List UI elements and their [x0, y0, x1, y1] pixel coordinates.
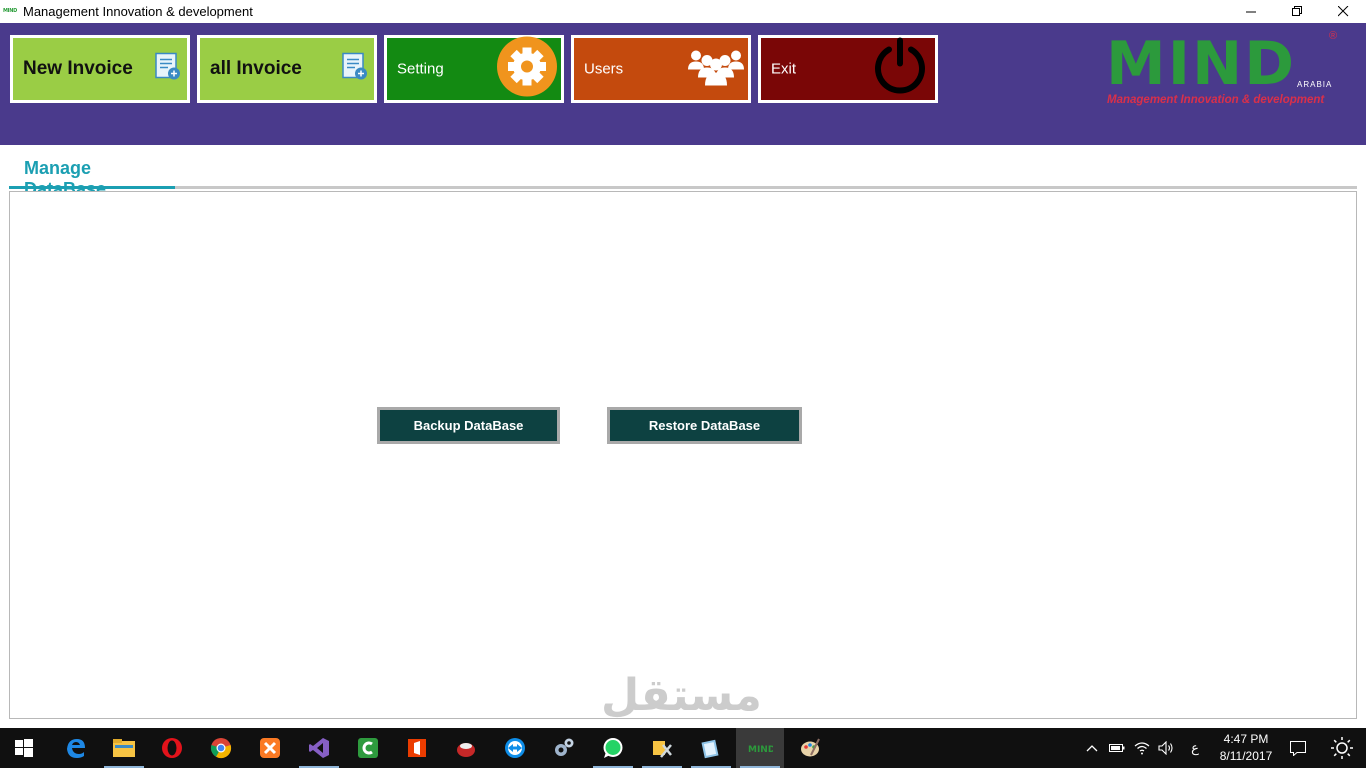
new-invoice-label: New Invoice	[23, 58, 133, 79]
tab-strip: Manage DataBase	[9, 145, 1357, 199]
users-group-icon	[686, 46, 746, 93]
tab-active-indicator	[9, 186, 175, 189]
users-button[interactable]: Users	[571, 35, 751, 103]
logo-brand-text: MIND	[1106, 29, 1297, 99]
opera-icon	[162, 738, 182, 758]
taskbar-settings-gears[interactable]	[540, 728, 588, 768]
logo-registered-mark: ®	[1329, 30, 1338, 42]
title-bar: MIND Management Innovation & development	[0, 0, 1366, 23]
app-icon	[457, 743, 475, 757]
windows-start-icon	[15, 739, 33, 757]
start-button[interactable]	[0, 728, 48, 768]
visual-studio-icon	[309, 738, 329, 758]
backup-database-button[interactable]: Backup DataBase	[377, 407, 560, 444]
taskbar-whatsapp[interactable]	[589, 728, 637, 768]
taskbar-file-explorer[interactable]	[100, 728, 148, 768]
taskbar-teamviewer[interactable]	[491, 728, 539, 768]
restore-icon	[1291, 6, 1302, 16]
chrome-icon	[210, 738, 232, 759]
tab-strip-divider	[9, 186, 1357, 189]
settings-gears-icon	[555, 738, 574, 756]
language-indicator[interactable]: ع	[1183, 728, 1207, 768]
exit-button[interactable]: Exit	[758, 35, 938, 103]
taskbar-app[interactable]	[442, 728, 490, 768]
taskbar-camtasia[interactable]	[344, 728, 392, 768]
close-button[interactable]	[1320, 0, 1366, 23]
taskbar-office[interactable]	[393, 728, 441, 768]
restore-button[interactable]	[1274, 0, 1320, 23]
taskbar-mind-app[interactable]: MIND	[736, 728, 784, 768]
office-icon	[408, 739, 426, 757]
brightness-button[interactable]	[1322, 728, 1362, 768]
notification-icon	[1290, 740, 1306, 756]
tools-icon	[653, 741, 672, 758]
taskbar-notepad[interactable]	[687, 728, 735, 768]
document-list-icon	[342, 52, 368, 86]
file-explorer-icon	[113, 739, 135, 757]
minimize-button[interactable]	[1228, 0, 1274, 23]
tab-manage-database[interactable]: Manage DataBase	[9, 145, 175, 199]
header-toolbar: New Invoice all Invoice Setting Users Ex…	[0, 23, 1366, 145]
company-logo: MIND ® ARABIA Management Innovation & de…	[1103, 30, 1348, 110]
action-center-button[interactable]	[1284, 728, 1312, 768]
new-invoice-button[interactable]: New Invoice	[10, 35, 190, 103]
document-add-icon	[155, 52, 181, 86]
taskbar: MIND ع 4:47 PM 8/11/2017	[0, 728, 1366, 768]
power-icon	[871, 37, 929, 101]
all-invoice-label: all Invoice	[210, 58, 302, 79]
manage-database-panel: Backup DataBase Restore DataBase	[9, 191, 1357, 719]
battery-indicator[interactable]	[1106, 728, 1128, 768]
taskbar-edge[interactable]	[52, 728, 100, 768]
camtasia-icon	[358, 738, 378, 758]
whatsapp-icon	[603, 738, 623, 758]
chevron-up-icon	[1086, 745, 1098, 752]
taskbar-paint[interactable]	[786, 728, 834, 768]
svg-text:MIND: MIND	[748, 745, 773, 754]
logo-arabia-text: ARABIA	[1297, 80, 1333, 89]
paint-icon	[801, 738, 820, 757]
clock-time: 4:47 PM	[1223, 732, 1269, 746]
main-content: Manage DataBase Backup DataBase Restore …	[5, 145, 1361, 723]
notepad-icon	[701, 739, 719, 759]
edge-icon	[67, 739, 85, 758]
logo-tagline: Management Innovation & development	[1107, 94, 1325, 106]
clock-date: 8/11/2017	[1219, 749, 1273, 763]
brightness-icon	[1331, 737, 1353, 759]
users-label: Users	[584, 60, 624, 78]
window-title: Management Innovation & development	[23, 4, 253, 19]
xampp-icon	[260, 738, 280, 758]
taskbar-tools[interactable]	[638, 728, 686, 768]
minimize-icon	[1245, 11, 1256, 13]
gear-icon	[497, 36, 557, 102]
show-hidden-icons-button[interactable]	[1082, 728, 1102, 768]
setting-button[interactable]: Setting	[384, 35, 564, 103]
setting-label: Setting	[397, 60, 444, 78]
all-invoice-button[interactable]: all Invoice	[197, 35, 377, 103]
taskbar-chrome[interactable]	[197, 728, 245, 768]
restore-database-button[interactable]: Restore DataBase	[607, 407, 802, 444]
network-indicator[interactable]	[1131, 728, 1153, 768]
taskbar-xampp[interactable]	[246, 728, 294, 768]
taskbar-clock[interactable]: 4:47 PM 8/11/2017	[1214, 731, 1278, 765]
teamviewer-icon	[505, 738, 525, 758]
close-icon	[1337, 6, 1348, 17]
taskbar-opera[interactable]	[148, 728, 196, 768]
volume-indicator[interactable]	[1155, 728, 1177, 768]
speaker-icon	[1158, 741, 1173, 755]
battery-icon	[1109, 744, 1125, 752]
taskbar-visual-studio[interactable]	[295, 728, 343, 768]
exit-label: Exit	[771, 60, 797, 78]
mind-app-icon: MIND	[748, 745, 773, 754]
app-logo-icon: MIND	[3, 8, 17, 14]
wifi-icon	[1134, 742, 1150, 755]
